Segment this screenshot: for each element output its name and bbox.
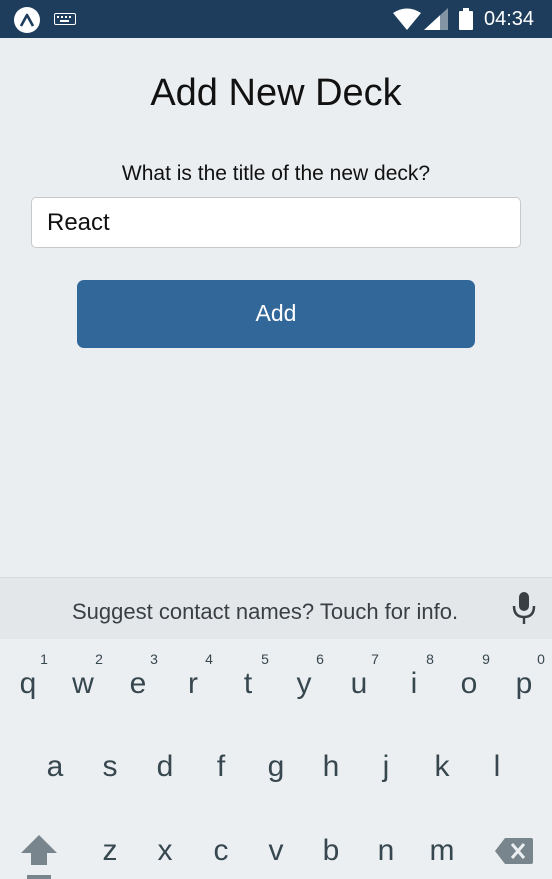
deck-title-input[interactable]: React — [31, 197, 521, 248]
key-b[interactable]: b — [311, 834, 351, 868]
battery-icon — [459, 8, 473, 30]
key-p[interactable]: p — [504, 667, 544, 701]
key-t[interactable]: t — [228, 667, 268, 701]
key-hint: 0 — [537, 651, 545, 667]
key-hint: 8 — [426, 651, 434, 667]
key-n[interactable]: n — [366, 834, 406, 868]
key-hint: 3 — [150, 651, 158, 667]
page-title: Add New Deck — [150, 72, 402, 114]
expo-icon — [14, 7, 40, 33]
key-q[interactable]: q — [8, 667, 48, 701]
shift-icon[interactable] — [21, 835, 57, 879]
deck-title-label: What is the title of the new deck? — [121, 162, 431, 185]
suggestion-text[interactable]: Suggest contact names? Touch for info. — [72, 599, 458, 625]
key-j[interactable]: j — [366, 750, 406, 784]
key-e[interactable]: e — [118, 667, 158, 701]
key-hint: 6 — [316, 651, 324, 667]
mic-icon[interactable] — [511, 592, 537, 626]
key-w[interactable]: w — [63, 667, 103, 701]
wifi-icon — [393, 8, 421, 30]
key-hint: 4 — [205, 651, 213, 667]
keyboard-icon — [54, 13, 76, 25]
suggestion-bar[interactable]: Suggest contact names? Touch for info. — [0, 577, 552, 639]
signal-icon — [424, 8, 448, 30]
key-d[interactable]: d — [145, 750, 185, 784]
backspace-icon[interactable] — [495, 838, 533, 864]
key-s[interactable]: s — [90, 750, 130, 784]
key-l[interactable]: l — [477, 750, 517, 784]
key-g[interactable]: g — [256, 750, 296, 784]
key-hint: 5 — [261, 651, 269, 667]
status-bar: 04:34 — [0, 0, 552, 38]
key-x[interactable]: x — [145, 834, 185, 868]
key-hint: 7 — [371, 651, 379, 667]
key-u[interactable]: u — [339, 667, 379, 701]
key-y[interactable]: y — [284, 667, 324, 701]
key-h[interactable]: h — [311, 750, 351, 784]
add-button[interactable]: Add — [77, 280, 475, 348]
key-m[interactable]: m — [422, 834, 462, 868]
key-o[interactable]: o — [449, 667, 489, 701]
key-z[interactable]: z — [90, 834, 130, 868]
key-v[interactable]: v — [256, 834, 296, 868]
key-c[interactable]: c — [201, 834, 241, 868]
key-f[interactable]: f — [201, 750, 241, 784]
key-hint: 9 — [482, 651, 490, 667]
clock: 04:34 — [484, 8, 535, 30]
key-a[interactable]: a — [35, 750, 75, 784]
key-hint: 1 — [40, 651, 48, 667]
key-i[interactable]: i — [394, 667, 434, 701]
key-hint: 2 — [95, 651, 103, 667]
key-r[interactable]: r — [173, 667, 213, 701]
key-k[interactable]: k — [422, 750, 462, 784]
